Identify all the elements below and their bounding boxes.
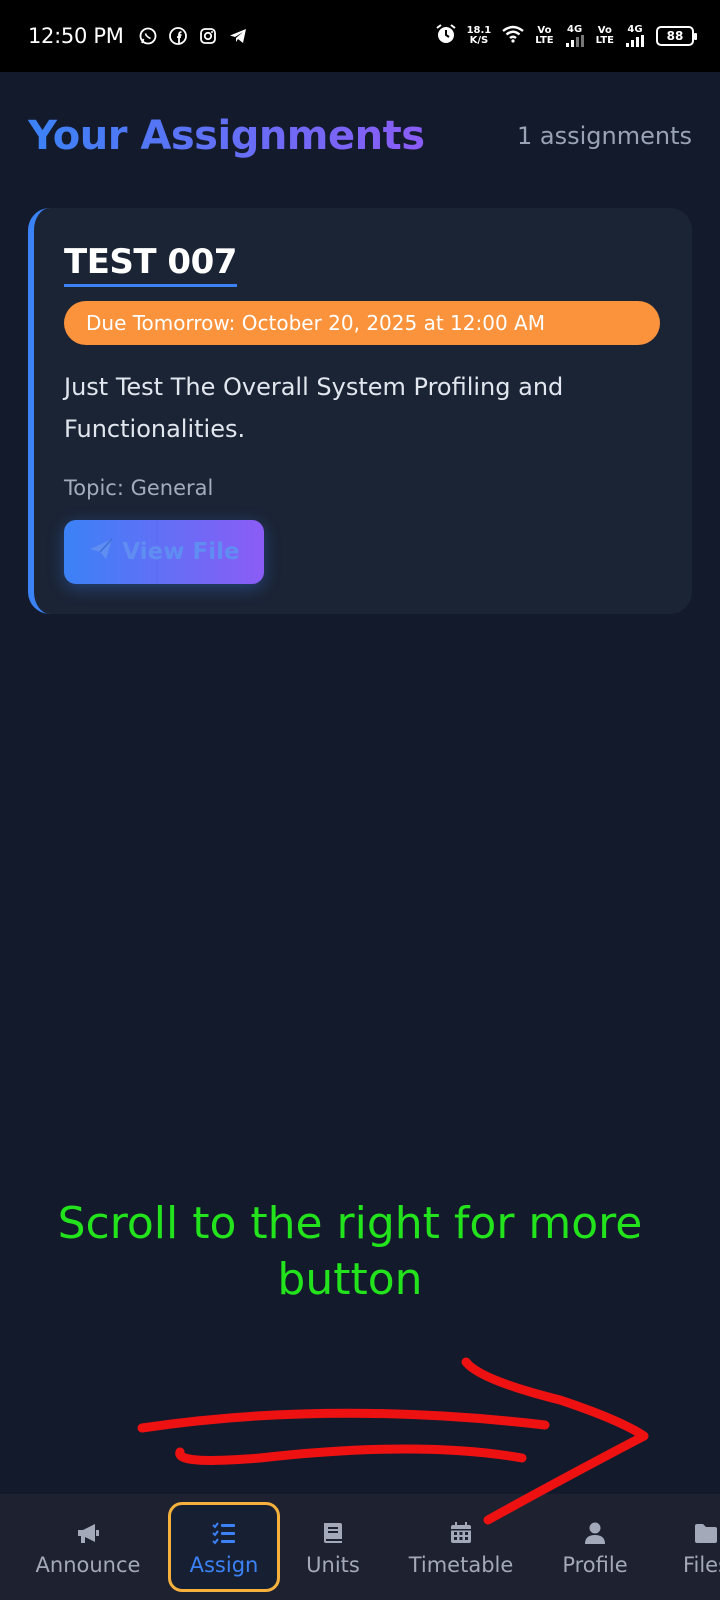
sim1-net: 4G: [567, 24, 583, 35]
sim1-volte: Vo LTE: [535, 26, 553, 46]
signal-icon: [565, 35, 584, 47]
nav-label: Units: [306, 1553, 360, 1577]
due-date-text: Due Tomorrow: October 20, 2025 at 12:00 …: [86, 311, 545, 335]
assignment-topic: Topic: General: [64, 476, 214, 500]
sim2-bottom: LTE: [595, 35, 614, 46]
calendar-icon: [447, 1517, 475, 1549]
sim2-volte: Vo LTE: [596, 26, 614, 46]
nav-item-announce[interactable]: Announce: [28, 1502, 148, 1592]
status-left: 12:50 PM: [28, 24, 248, 48]
wifi-icon: [501, 24, 525, 48]
whatsapp-icon: [138, 26, 158, 46]
telegram-icon: [228, 26, 248, 46]
sim1-signal: 4G: [564, 25, 586, 47]
signal-icon: [626, 35, 644, 47]
assignments-header: Your Assignments 1 assignments: [28, 108, 692, 164]
scroll-hint-annotation: Scroll to the right for more button: [40, 1196, 660, 1308]
facebook-icon: [168, 26, 188, 46]
network-speed: 18.1 K/S: [467, 26, 492, 46]
app-screen: 12:50 PM 18.1 K/S Vo LTE 4G Vo LTE 4G 88…: [0, 0, 720, 1600]
status-time: 12:50 PM: [28, 24, 124, 48]
status-bar: 12:50 PM 18.1 K/S Vo LTE 4G Vo LTE 4G 88: [0, 0, 720, 72]
sim2-net: 4G: [627, 24, 643, 35]
nav-label: Announce: [35, 1553, 141, 1577]
nav-item-profile[interactable]: Profile: [548, 1502, 642, 1592]
page-title: Your Assignments: [28, 113, 425, 159]
sim1-bottom: LTE: [535, 35, 554, 46]
nav-label: Assign: [189, 1553, 259, 1577]
assignment-title: TEST 007: [64, 242, 237, 287]
nav-item-timetable[interactable]: Timetable: [398, 1502, 524, 1592]
assignment-description: Just Test The Overall System Profiling a…: [64, 373, 564, 443]
checklist-icon: [210, 1517, 238, 1549]
megaphone-icon: [74, 1517, 102, 1549]
nav-item-assign[interactable]: Assign: [168, 1502, 280, 1592]
scroll-hint-line2: button: [277, 1254, 423, 1305]
due-date-badge: Due Tomorrow: October 20, 2025 at 12:00 …: [64, 301, 660, 345]
book-icon: [319, 1517, 347, 1549]
battery-level: 88: [666, 29, 684, 43]
assignment-card: TEST 007 Due Tomorrow: October 20, 2025 …: [28, 208, 692, 614]
nav-label: Timetable: [408, 1553, 514, 1577]
nav-item-files[interactable]: Files: [670, 1502, 720, 1592]
view-file-button[interactable]: View File: [64, 520, 264, 584]
nav-label: Profile: [562, 1553, 628, 1577]
speed-unit: K/S: [469, 35, 489, 46]
bottom-navigation: Announce Assign Units Timetable Profile: [0, 1494, 720, 1600]
sim2-signal: 4G: [624, 25, 646, 47]
folder-icon: [692, 1517, 720, 1549]
user-icon: [581, 1517, 609, 1549]
paper-plane-icon: [88, 536, 114, 568]
assignment-count: 1 assignments: [517, 122, 692, 150]
instagram-icon: [198, 26, 218, 46]
scroll-hint-line1: Scroll to the right for more: [57, 1198, 643, 1249]
status-right: 18.1 K/S Vo LTE 4G Vo LTE 4G 88: [435, 23, 697, 49]
alarm-icon: [435, 23, 457, 49]
view-file-label: View File: [122, 539, 240, 565]
battery-icon: 88: [656, 26, 697, 46]
nav-item-units[interactable]: Units: [292, 1502, 374, 1592]
nav-label: Files: [682, 1553, 720, 1577]
